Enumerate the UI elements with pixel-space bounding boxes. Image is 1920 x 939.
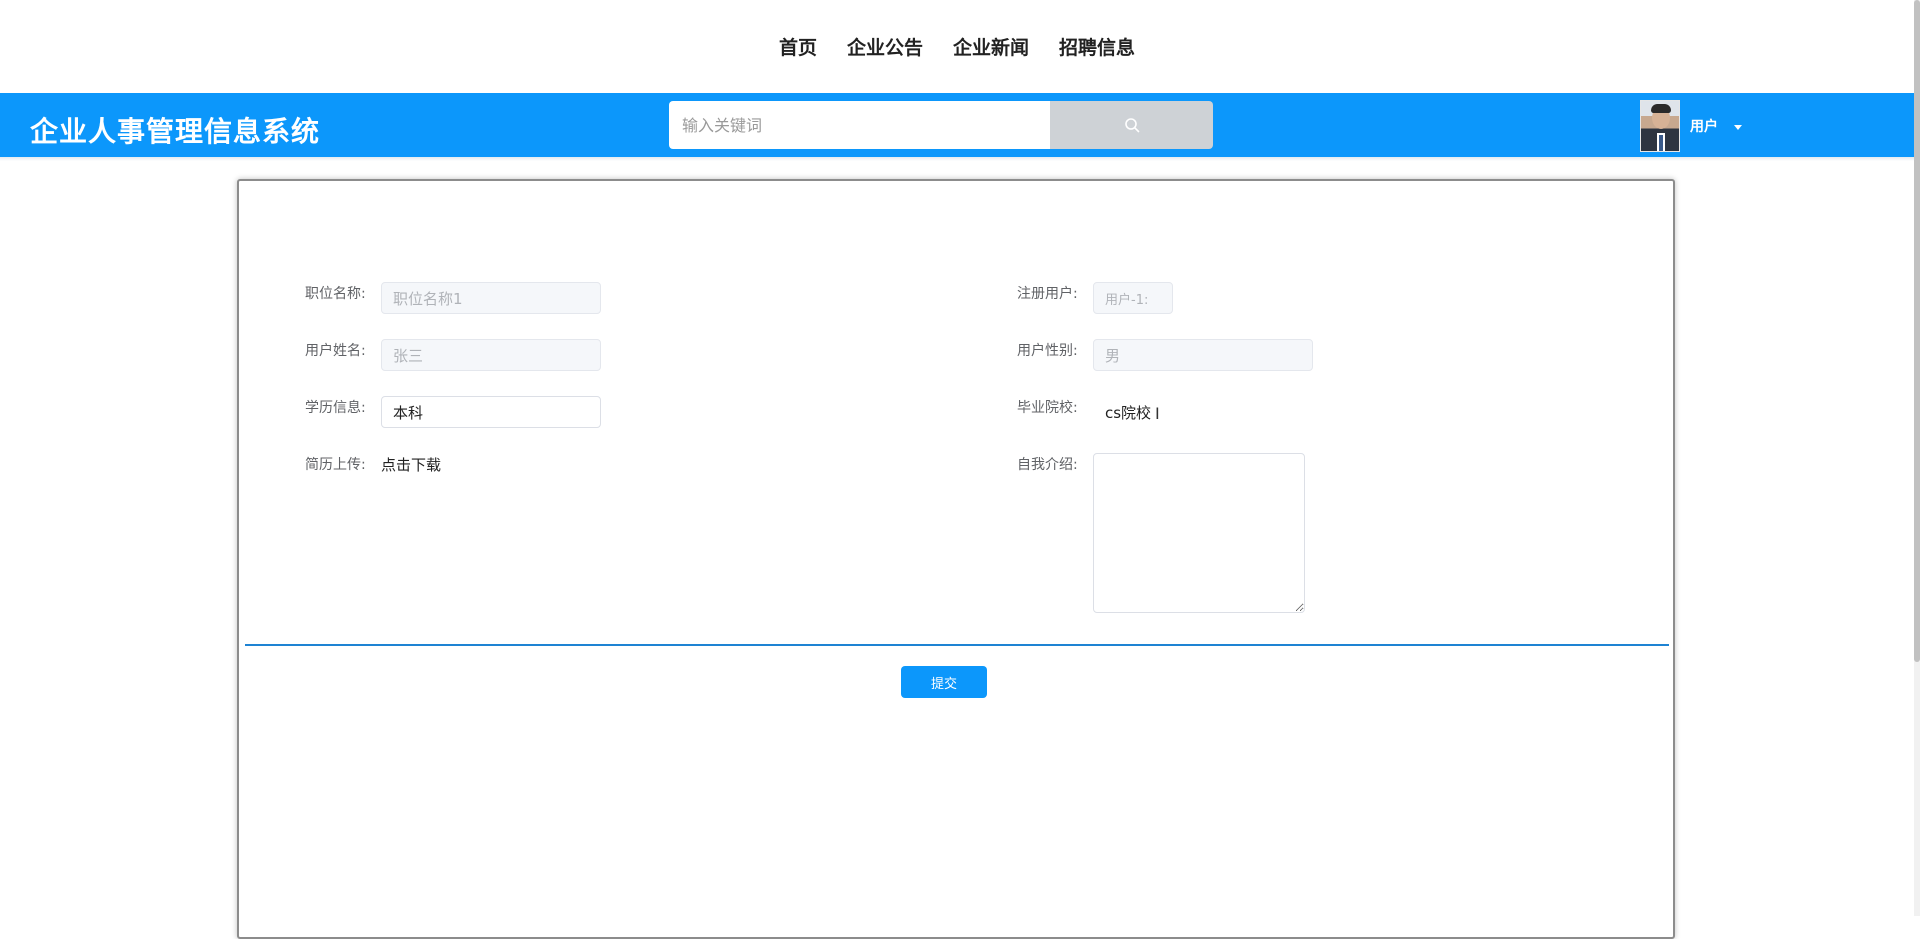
school-label: 毕业院校: [1017, 400, 1078, 416]
site-title: 企业人事管理信息系统 [30, 115, 321, 148]
real-name-input [381, 339, 601, 371]
search-input[interactable] [669, 101, 1050, 149]
application-form-card: 职位名称: 注册用户: 用户姓名: 用户性别: 学历信息: 毕业院校: 简历上传… [237, 179, 1675, 939]
resume-label: 简历上传: [305, 457, 366, 473]
gender-input [1093, 339, 1313, 371]
avatar [1640, 100, 1680, 152]
scrollbar-thumb[interactable] [1914, 0, 1920, 662]
form-divider [245, 644, 1669, 646]
top-nav: 首页 企业公告 企业新闻 招聘信息 [0, 0, 1914, 93]
header-bar: 企业人事管理信息系统 用户 [0, 93, 1914, 157]
resume-download-link[interactable]: 点击下载 [381, 454, 441, 475]
job-title-label: 职位名称: [305, 286, 366, 302]
job-title-input [381, 282, 601, 314]
nav-home[interactable]: 首页 [779, 33, 817, 60]
submit-button[interactable]: 提交 [901, 666, 987, 698]
account-input [1093, 282, 1173, 314]
search-button[interactable] [1050, 101, 1213, 149]
user-menu[interactable]: 用户 [1640, 100, 1742, 152]
account-label: 注册用户: [1017, 286, 1078, 302]
intro-label: 自我介绍: [1017, 457, 1078, 473]
education-label: 学历信息: [305, 400, 366, 416]
text-cursor-icon: I [1155, 404, 1160, 423]
school-input[interactable] [1093, 396, 1313, 428]
nav-announcements[interactable]: 企业公告 [847, 33, 923, 60]
real-name-label: 用户姓名: [305, 343, 366, 359]
education-input[interactable] [381, 396, 601, 428]
intro-textarea[interactable] [1093, 453, 1305, 613]
header-shadow [0, 157, 1914, 161]
search-icon [1124, 118, 1139, 133]
gender-label: 用户性别: [1017, 343, 1078, 359]
user-name: 用户 [1690, 119, 1718, 135]
caret-down-icon [1734, 124, 1742, 130]
nav-jobs[interactable]: 招聘信息 [1059, 33, 1135, 60]
nav-news[interactable]: 企业新闻 [953, 33, 1029, 60]
